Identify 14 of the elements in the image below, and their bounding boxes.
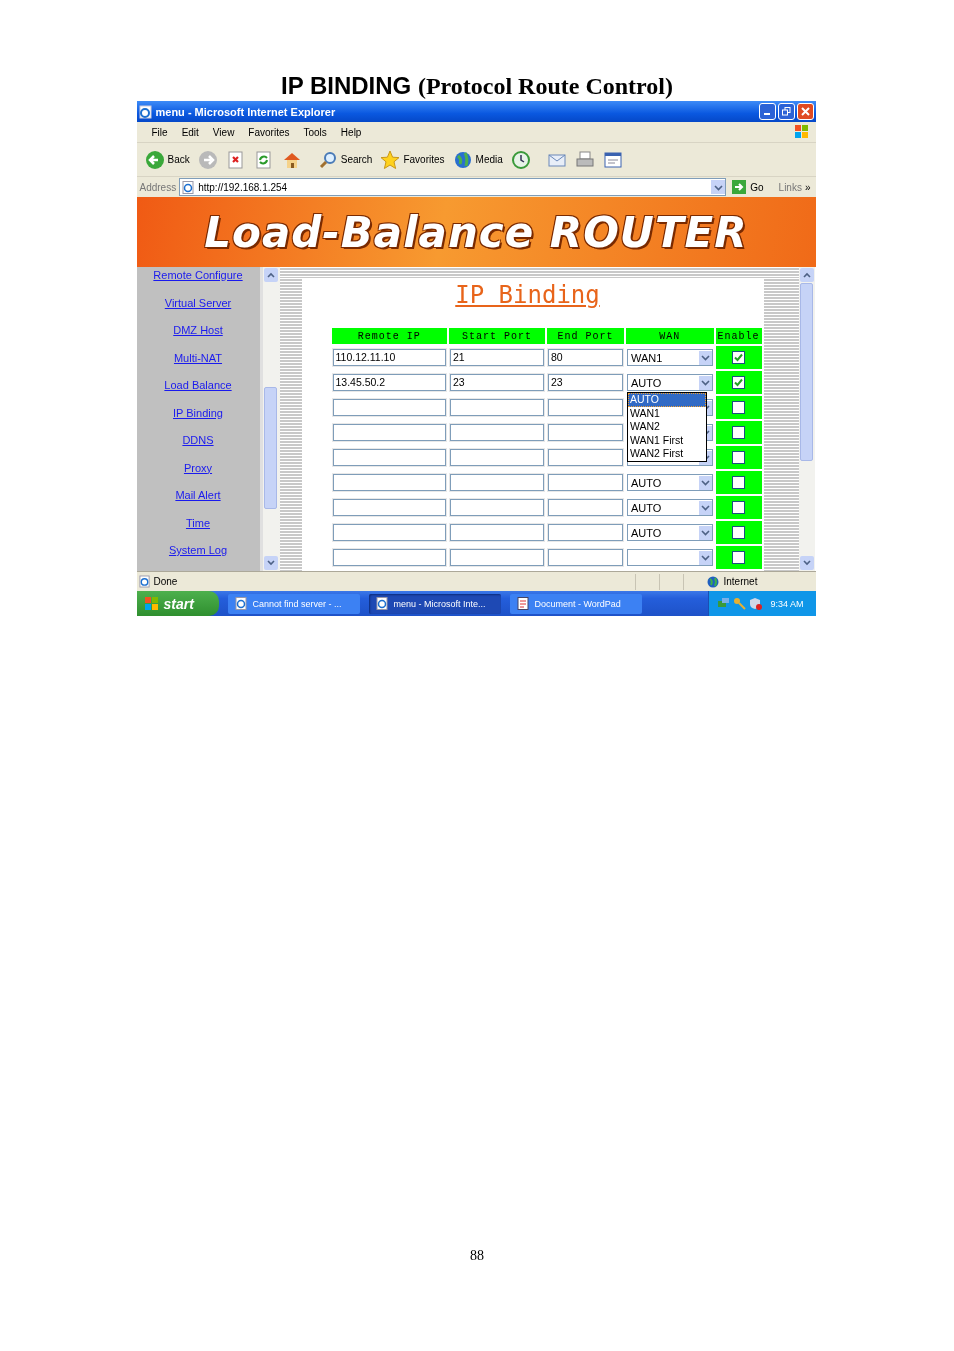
column-header: End Port xyxy=(547,328,624,344)
banner-title: Load-Balance ROUTER xyxy=(204,207,748,257)
window-title: menu - Microsoft Internet Explorer xyxy=(155,105,337,118)
page-heading: IP BINDING (Protocol Route Control) xyxy=(281,72,673,101)
column-header: Enable xyxy=(715,328,762,344)
column-header: Start Port xyxy=(448,328,545,344)
clock: 9:34 AM xyxy=(770,598,804,609)
column-header: Remote IP xyxy=(331,328,447,344)
zone-text: Internet xyxy=(723,576,759,587)
column-header: WAN xyxy=(625,328,714,344)
status-text: Done xyxy=(153,576,179,587)
page-title: IP Binding xyxy=(455,281,600,309)
address-label: Address xyxy=(139,181,177,193)
page-number: 88 xyxy=(470,1248,484,1264)
